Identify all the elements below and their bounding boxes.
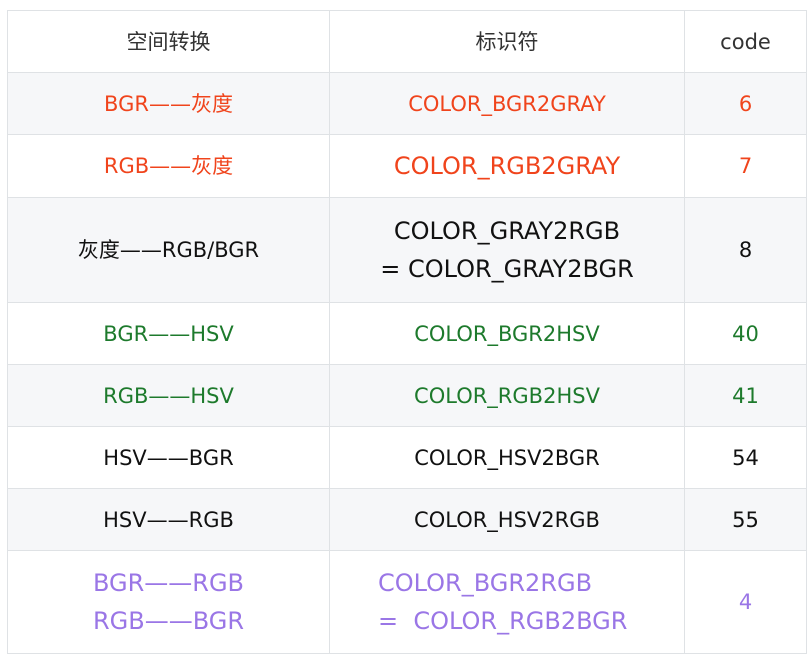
space-conversion-text: BGR——HSV [103, 321, 234, 346]
identifier-cell: COLOR_HSV2RGB [329, 488, 685, 551]
header-identifier: 标识符 [329, 10, 685, 73]
code-cell: 41 [684, 364, 807, 427]
space-conversion-text-alt: RGB——BGR [92, 607, 245, 635]
identifier-cell: COLOR_RGB2GRAY [329, 134, 685, 198]
code-cell: 54 [684, 426, 807, 489]
identifier-cell: COLOR_BGR2RGB = COLOR_RGB2BGR [329, 550, 685, 654]
space-conversion-text: HSV——RGB [103, 507, 234, 532]
identifier-text-alias: = COLOR_RGB2BGR [378, 607, 628, 635]
table-row: BGR——RGB RGB——BGR COLOR_BGR2RGB = COLOR_… [7, 550, 807, 654]
space-conversion-text: HSV——BGR [103, 445, 234, 470]
table-row: RGB——灰度 COLOR_RGB2GRAY 7 [7, 134, 807, 198]
code-cell: 6 [684, 72, 807, 135]
space-conversion-cell: RGB——HSV [7, 364, 330, 427]
header-space-conversion: 空间转换 [7, 10, 330, 73]
identifier-text: COLOR_BGR2RGB [378, 569, 593, 597]
space-conversion-text: RGB——HSV [103, 383, 234, 408]
identifier-text: COLOR_HSV2BGR [414, 445, 600, 470]
identifier-cell: COLOR_GRAY2RGB = COLOR_GRAY2BGR [329, 197, 685, 303]
space-conversion-cell: BGR——RGB RGB——BGR [7, 550, 330, 654]
identifier-cell: COLOR_HSV2BGR [329, 426, 685, 489]
header-code: code [684, 10, 807, 73]
code-cell: 40 [684, 302, 807, 365]
code-cell: 8 [684, 197, 807, 303]
table-row: BGR——灰度 COLOR_BGR2GRAY 6 [7, 72, 807, 135]
table-row: HSV——RGB COLOR_HSV2RGB 55 [7, 488, 807, 551]
identifier-text: COLOR_RGB2HSV [414, 383, 600, 408]
code-cell: 7 [684, 134, 807, 198]
table-row: BGR——HSV COLOR_BGR2HSV 40 [7, 302, 807, 365]
space-conversion-text: BGR——RGB [92, 569, 245, 597]
identifier-cell: COLOR_RGB2HSV [329, 364, 685, 427]
color-conversion-table: 空间转换 标识符 code BGR——灰度 COLOR_BGR2GRAY 6 R… [7, 10, 807, 654]
code-cell: 4 [684, 550, 807, 654]
space-conversion-cell: 灰度——RGB/BGR [7, 197, 330, 303]
table-header-row: 空间转换 标识符 code [7, 10, 807, 73]
space-conversion-text: RGB——灰度 [103, 154, 234, 178]
space-conversion-text: BGR——灰度 [104, 91, 233, 116]
identifier-text: COLOR_RGB2GRAY [393, 152, 621, 180]
identifier-text-alias: = COLOR_GRAY2BGR [380, 255, 634, 283]
table-row: RGB——HSV COLOR_RGB2HSV 41 [7, 364, 807, 427]
space-conversion-cell: BGR——灰度 [7, 72, 330, 135]
identifier-text: COLOR_HSV2RGB [414, 507, 600, 532]
code-cell: 55 [684, 488, 807, 551]
space-conversion-text: 灰度——RGB/BGR [77, 238, 260, 262]
table-row: 灰度——RGB/BGR COLOR_GRAY2RGB = COLOR_GRAY2… [7, 197, 807, 303]
table-row: HSV——BGR COLOR_HSV2BGR 54 [7, 426, 807, 489]
space-conversion-cell: HSV——BGR [7, 426, 330, 489]
identifier-text: COLOR_BGR2HSV [414, 321, 600, 346]
space-conversion-cell: BGR——HSV [7, 302, 330, 365]
identifier-cell: COLOR_BGR2HSV [329, 302, 685, 365]
space-conversion-cell: RGB——灰度 [7, 134, 330, 198]
space-conversion-cell: HSV——RGB [7, 488, 330, 551]
identifier-text: COLOR_GRAY2RGB [393, 217, 621, 245]
identifier-cell: COLOR_BGR2GRAY [329, 72, 685, 135]
identifier-text: COLOR_BGR2GRAY [408, 91, 606, 116]
